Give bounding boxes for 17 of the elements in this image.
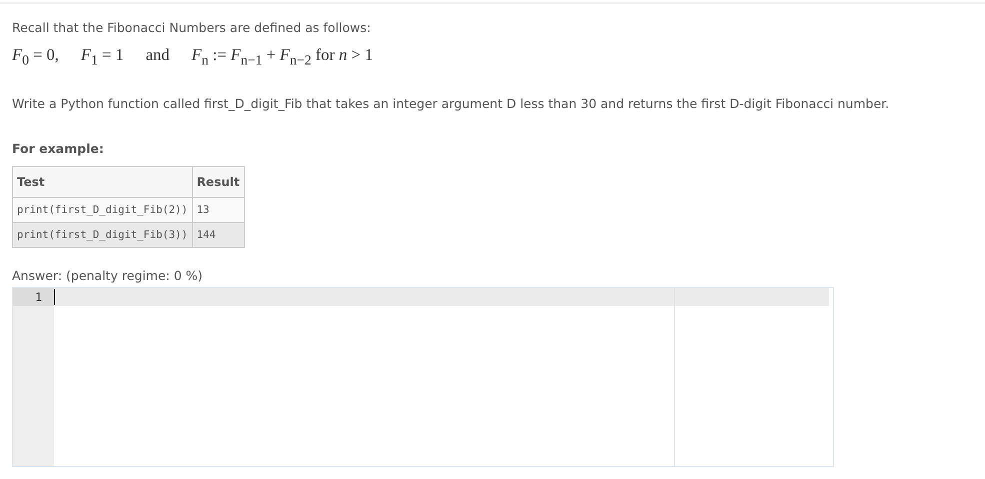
table-cell: print(first_D_digit_Fib(3)) xyxy=(12,222,192,248)
text-cursor xyxy=(54,289,55,306)
table-cell: 13 xyxy=(192,198,244,223)
formula-term: and xyxy=(146,45,170,66)
table-cell: 144 xyxy=(192,222,244,248)
line-number: 1 xyxy=(13,288,54,306)
table-cell: print(first_D_digit_Fib(2)) xyxy=(12,198,192,223)
column-header: Result xyxy=(192,166,244,198)
column-header: Test xyxy=(12,166,192,198)
formula-term: F$_{0}$ = 0, xyxy=(12,45,59,68)
answer-label: Answer: (penalty regime: 0 %) xyxy=(12,268,204,284)
formula-term: F$_{n}$ := F$_{n−1}$ + F$_{n−2}$ for n > 1 xyxy=(192,45,373,68)
task-text: Write a Python function called first_D_digit_Fib that takes an integer argument D less than 30 and returns the first D-digit Fibonacci number. xyxy=(12,96,890,112)
code-editor[interactable]: 1 xyxy=(12,287,834,468)
example-heading: For example: xyxy=(12,141,105,156)
formula-term: F$_{1}$ = 1 xyxy=(80,45,124,68)
intro-text: Recall that the Fibonacci Numbers are defined as follows: xyxy=(12,20,372,35)
